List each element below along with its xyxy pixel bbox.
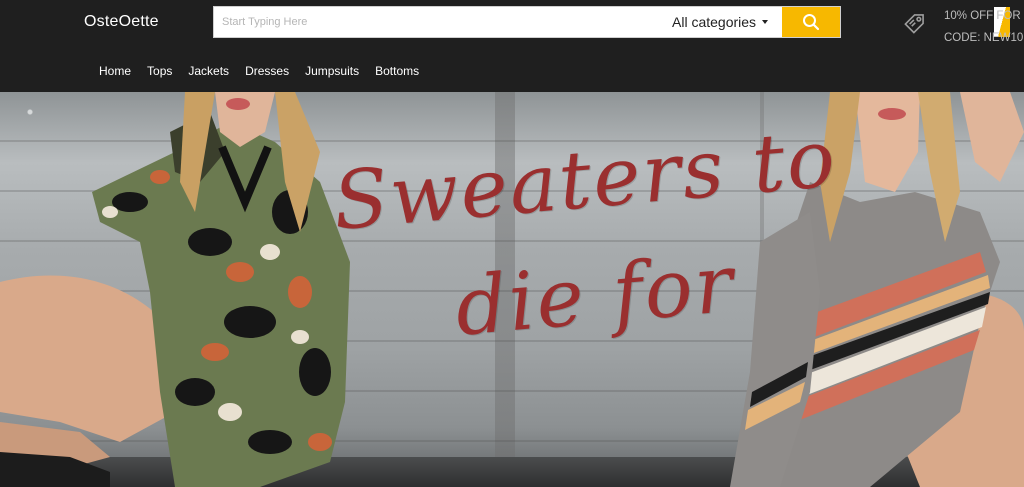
- category-dropdown[interactable]: All categories: [672, 7, 769, 37]
- brand-logo[interactable]: OsteOette: [84, 13, 159, 31]
- search-input[interactable]: [214, 7, 654, 37]
- main-nav: Home Tops Jackets Dresses Jumpsuits Bott…: [99, 64, 435, 78]
- search-button[interactable]: [782, 7, 840, 37]
- hero-banner[interactable]: Sweaters to die for: [0, 92, 1024, 487]
- promo-line-2: CODE: NEW10: [944, 32, 1024, 44]
- nav-item-jackets[interactable]: Jackets: [188, 64, 229, 78]
- nav-item-tops[interactable]: Tops: [147, 64, 172, 78]
- promo-banner: 10% OFF FOR N CODE: NEW10: [944, 5, 1024, 49]
- search-icon: [803, 14, 820, 31]
- nav-item-home[interactable]: Home: [99, 64, 131, 78]
- tag-icon: [904, 14, 924, 34]
- top-header: OsteOette All categories 10% OFF FOR N C…: [0, 0, 1024, 92]
- promo-line-1: 10% OFF FOR N: [944, 10, 1024, 22]
- model-camo-sweater-image: [0, 92, 350, 487]
- nav-item-bottoms[interactable]: Bottoms: [375, 64, 419, 78]
- category-dropdown-label: All categories: [672, 14, 757, 30]
- caret-down-icon: [762, 20, 769, 25]
- nav-item-jumpsuits[interactable]: Jumpsuits: [305, 64, 359, 78]
- search-bar: All categories: [213, 6, 1010, 38]
- nav-item-dresses[interactable]: Dresses: [245, 64, 289, 78]
- hero-headline: Sweaters to die for: [322, 110, 858, 367]
